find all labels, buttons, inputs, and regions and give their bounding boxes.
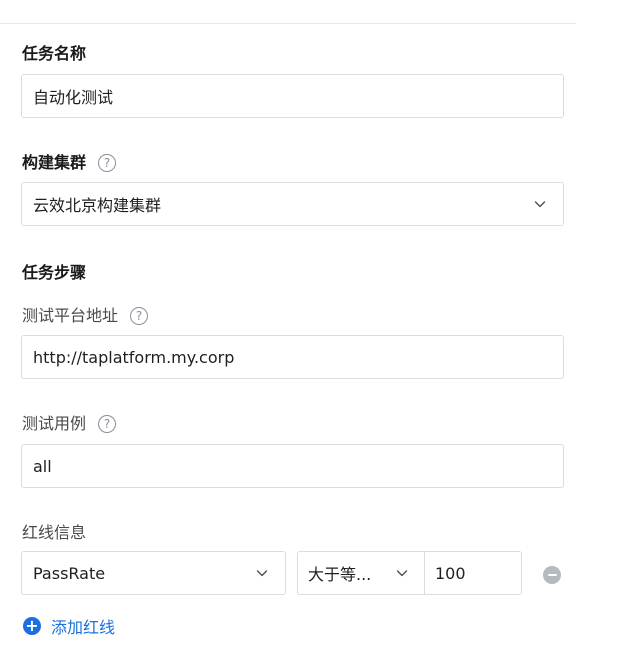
task-steps-title-text: 任务步骤 (22, 263, 87, 282)
question-circle-icon[interactable]: ? (98, 415, 117, 433)
build-cluster-label: 构建集群 ? (22, 153, 117, 173)
platform-url-label: 测试平台地址 ? (22, 306, 149, 326)
chevron-down-icon (534, 201, 546, 208)
redline-operator-select[interactable]: 大于等... (298, 552, 425, 594)
chevron-down-icon (396, 570, 408, 577)
test-case-input[interactable]: all (21, 444, 564, 488)
task-name-value: 自动化测试 (33, 88, 114, 107)
add-redline-button[interactable]: + 添加红线 (23, 614, 115, 638)
redline-threshold-value: 100 (435, 563, 466, 583)
platform-url-label-text: 测试平台地址 (22, 306, 119, 325)
build-cluster-label-text: 构建集群 (22, 153, 87, 172)
minus-circle-icon[interactable] (543, 566, 561, 584)
minus-bar (547, 574, 557, 576)
plus-circle-icon: + (23, 617, 41, 635)
platform-url-value: http://taplatform.my.corp (33, 347, 235, 367)
top-divider (0, 23, 576, 24)
platform-url-input[interactable]: http://taplatform.my.corp (21, 335, 564, 379)
test-case-value: all (33, 456, 52, 476)
redline-metric-select[interactable]: PassRate (21, 551, 286, 595)
question-circle-icon[interactable]: ? (98, 154, 117, 172)
redline-threshold-input[interactable]: 100 (425, 552, 521, 594)
add-redline-label: 添加红线 (51, 618, 116, 637)
redline-metric-value: PassRate (33, 563, 106, 583)
question-circle-icon[interactable]: ? (130, 307, 149, 325)
build-cluster-value: 云效北京构建集群 (33, 196, 162, 215)
task-steps-title: 任务步骤 (22, 263, 86, 283)
right-divider (596, 0, 597, 651)
task-name-label: 任务名称 (22, 44, 86, 64)
test-case-label: 测试用例 ? (22, 414, 117, 434)
build-cluster-select[interactable]: 云效北京构建集群 (21, 182, 564, 226)
redline-label-text: 红线信息 (22, 523, 87, 542)
redline-condition-group: 大于等... 100 (297, 551, 522, 595)
test-case-label-text: 测试用例 (22, 414, 87, 433)
redline-label: 红线信息 (22, 523, 86, 543)
task-name-input[interactable]: 自动化测试 (21, 74, 564, 118)
redline-operator-value: 大于等... (308, 565, 372, 584)
task-name-label-text: 任务名称 (22, 44, 87, 63)
chevron-down-icon (256, 570, 268, 577)
